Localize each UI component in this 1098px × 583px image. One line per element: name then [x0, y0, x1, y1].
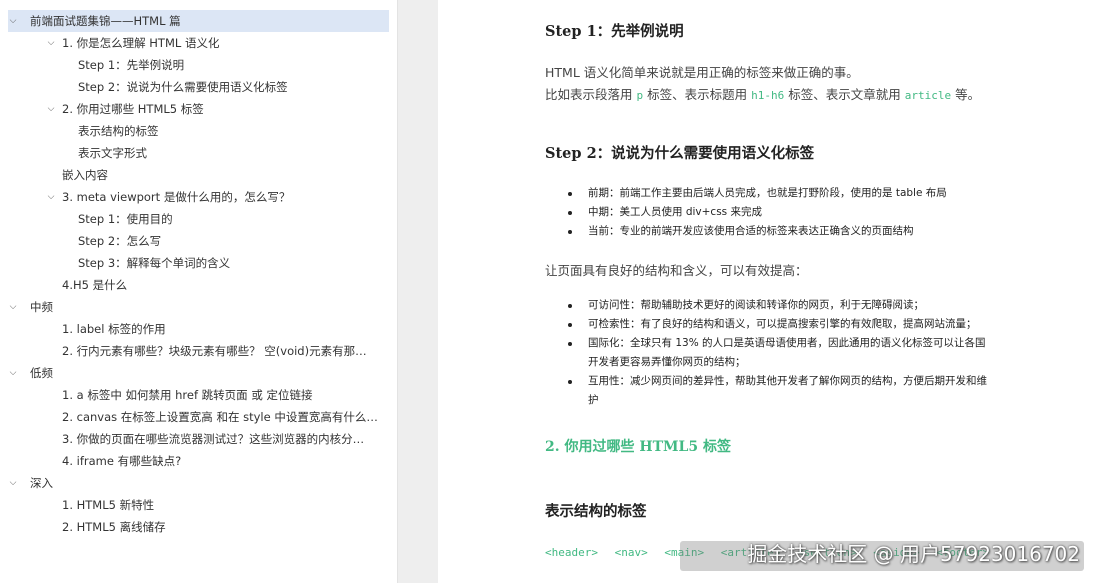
- outline-item-label: 2. canvas 在标签上设置宽高 和在 style 中设置宽高有什么…: [62, 410, 378, 424]
- chevron-down-icon[interactable]: ⌵: [6, 362, 20, 384]
- outline-item-label: 深入: [30, 476, 53, 490]
- paragraph-step1-1: HTML 语义化简单来说就是用正确的标签来做正确的事。: [545, 65, 859, 80]
- outline-item[interactable]: Step 2：说说为什么需要使用语义化标签: [0, 76, 397, 98]
- outline-item-label: 3. 你做的页面在哪些流览器测试过？这些浏览器的内核分…: [62, 432, 365, 446]
- list-item: 中期：美工人员使用 div+css 来完成: [568, 203, 988, 222]
- outline-item-label: 表示文字形式: [78, 146, 147, 160]
- outline-item-label: 2. HTML5 离线储存: [62, 520, 166, 534]
- outline-item-label: 4. iframe 有哪些缺点?: [62, 454, 182, 468]
- list-item: 可访问性：帮助辅助技术更好的阅读和转译你的网页，利于无障碍阅读；: [568, 296, 988, 315]
- outline-item-label: Step 2：怎么写: [78, 234, 162, 248]
- outline-item-label: 2. 行内元素有哪些？块级元素有哪些？ 空(void)元素有那…: [62, 344, 367, 358]
- outline-item[interactable]: Step 3：解释每个单词的含义: [0, 252, 397, 274]
- outline-item[interactable]: 2. HTML5 离线储存: [0, 516, 397, 538]
- list-item: 互用性：减少网页间的差异性，帮助其他开发者了解你网页的结构，方便后期开发和维护: [568, 372, 988, 410]
- chevron-down-icon[interactable]: ⌵: [6, 10, 20, 32]
- inline-code-article: article: [904, 89, 952, 102]
- inline-code-h1-h6: h1-h6: [751, 89, 785, 102]
- outline-item-label: 1. HTML5 新特性: [62, 498, 155, 512]
- list-item: 当前：专业的前端开发应该使用合适的标签来表达正确含义的页面结构: [568, 222, 988, 241]
- outline-item[interactable]: 2. 行内元素有哪些？块级元素有哪些？ 空(void)元素有那…: [0, 340, 397, 362]
- outline-item[interactable]: ⌵ 前端面试题集锦——HTML 篇: [8, 10, 389, 32]
- heading-structure-tags: 表示结构的标签: [545, 503, 647, 520]
- outline-item-label: 低频: [30, 366, 53, 380]
- outline-item-label: Step 3：解释每个单词的含义: [78, 256, 231, 270]
- outline-item[interactable]: 1. HTML5 新特性: [0, 494, 397, 516]
- outline-item-label: 嵌入内容: [62, 168, 108, 182]
- paragraph-step1-2: 比如表示段落用 p 标签、表示标题用 h1-h6 标签、表示文章就用 article 等。: [545, 84, 980, 107]
- outline-item[interactable]: 表示结构的标签: [0, 120, 397, 142]
- text-seg: 比如表示段落用: [545, 87, 633, 102]
- outline-item[interactable]: 3. 你做的页面在哪些流览器测试过？这些浏览器的内核分…: [0, 428, 397, 450]
- paragraph-improve: 让页面具有良好的结构和含义，可以有效提高：: [545, 263, 808, 278]
- code-tag: <header>: [545, 546, 598, 559]
- list-item: 国际化：全球只有 13% 的人口是英语母语使用者，因此通用的语义化标签可以让各国…: [568, 334, 988, 372]
- heading-step2: Step 2：说说为什么需要使用语义化标签: [545, 145, 815, 162]
- outline-item-label: 2. 你用过哪些 HTML5 标签: [62, 102, 204, 116]
- document-view: Step 1：先举例说明 HTML 语义化简单来说就是用正确的标签来做正确的事。…: [438, 0, 1098, 583]
- outline-item[interactable]: Step 1：先举例说明: [0, 54, 397, 76]
- chevron-down-icon[interactable]: ⌵: [44, 32, 58, 54]
- outline-item[interactable]: 嵌入内容: [0, 164, 397, 186]
- panel-divider[interactable]: [398, 0, 438, 583]
- code-tag: <nav>: [614, 546, 648, 559]
- outline-item[interactable]: 4.H5 是什么: [0, 274, 397, 296]
- outline-item-label: 1. 你是怎么理解 HTML 语义化: [62, 36, 220, 50]
- outline-item-label: 1. label 标签的作用: [62, 322, 166, 336]
- chevron-down-icon[interactable]: ⌵: [6, 472, 20, 494]
- outline-item[interactable]: 表示文字形式: [0, 142, 397, 164]
- benefits-list: 可访问性：帮助辅助技术更好的阅读和转译你的网页，利于无障碍阅读； 可检索性：有了…: [568, 296, 988, 410]
- outline-item[interactable]: ⌵ 低频: [0, 362, 397, 384]
- outline-item-label: Step 1：使用目的: [78, 212, 173, 226]
- outline-item-label: 3. meta viewport 是做什么用的，怎么写？: [62, 190, 291, 204]
- outline-item[interactable]: Step 1：使用目的: [0, 208, 397, 230]
- outline-item-label: 中频: [30, 300, 53, 314]
- list-item: 可检索性：有了良好的结构和语义，可以提高搜索引擎的有效爬取，提高网站流量；: [568, 315, 988, 334]
- heading-step1: Step 1：先举例说明: [545, 23, 684, 40]
- watermark-text: 掘金技术社区 @ 用户57923016702: [747, 542, 1080, 566]
- text-seg: 等。: [955, 87, 981, 102]
- outline-item[interactable]: ⌵ 2. 你用过哪些 HTML5 标签: [0, 98, 397, 120]
- outline-item[interactable]: 1. a 标签中 如何禁用 href 跳转页面 或 定位链接: [0, 384, 397, 406]
- outline-item-label: 1. a 标签中 如何禁用 href 跳转页面 或 定位链接: [62, 388, 313, 402]
- outline-item[interactable]: Step 2：怎么写: [0, 230, 397, 252]
- outline-item[interactable]: ⌵ 3. meta viewport 是做什么用的，怎么写？: [0, 186, 397, 208]
- list-item: 前期：前端工作主要由后端人员完成，也就是打野阶段，使用的是 table 布局: [568, 184, 988, 203]
- text-seg: 标签、表示标题用: [647, 87, 748, 102]
- chevron-down-icon[interactable]: ⌵: [6, 296, 20, 318]
- outline-item-label: 前端面试题集锦——HTML 篇: [30, 14, 181, 28]
- outline-item[interactable]: ⌵ 深入: [0, 472, 397, 494]
- outline-panel: ⌵ 前端面试题集锦——HTML 篇 ⌵ 1. 你是怎么理解 HTML 语义化 Step …: [0, 0, 398, 583]
- history-list: 前期：前端工作主要由后端人员完成，也就是打野阶段，使用的是 table 布局 中…: [568, 184, 988, 241]
- text-seg: 标签、表示文章就用: [788, 87, 901, 102]
- outline-item-label: Step 1：先举例说明: [78, 58, 185, 72]
- heading-html5-tags: 2. 你用过哪些 HTML5 标签: [545, 439, 731, 455]
- outline-item[interactable]: ⌵ 中频: [0, 296, 397, 318]
- outline-item-label: Step 2：说说为什么需要使用语义化标签: [78, 80, 288, 94]
- outline-item[interactable]: 1. label 标签的作用: [0, 318, 397, 340]
- outline-item-label: 4.H5 是什么: [62, 278, 128, 292]
- chevron-down-icon[interactable]: ⌵: [44, 98, 58, 120]
- outline-item-label: 表示结构的标签: [78, 124, 159, 138]
- chevron-down-icon[interactable]: ⌵: [44, 186, 58, 208]
- inline-code-p: p: [636, 89, 644, 102]
- outline-item[interactable]: 2. canvas 在标签上设置宽高 和在 style 中设置宽高有什么…: [0, 406, 397, 428]
- outline-item[interactable]: 4. iframe 有哪些缺点?: [0, 450, 397, 472]
- outline-item[interactable]: ⌵ 1. 你是怎么理解 HTML 语义化: [0, 32, 397, 54]
